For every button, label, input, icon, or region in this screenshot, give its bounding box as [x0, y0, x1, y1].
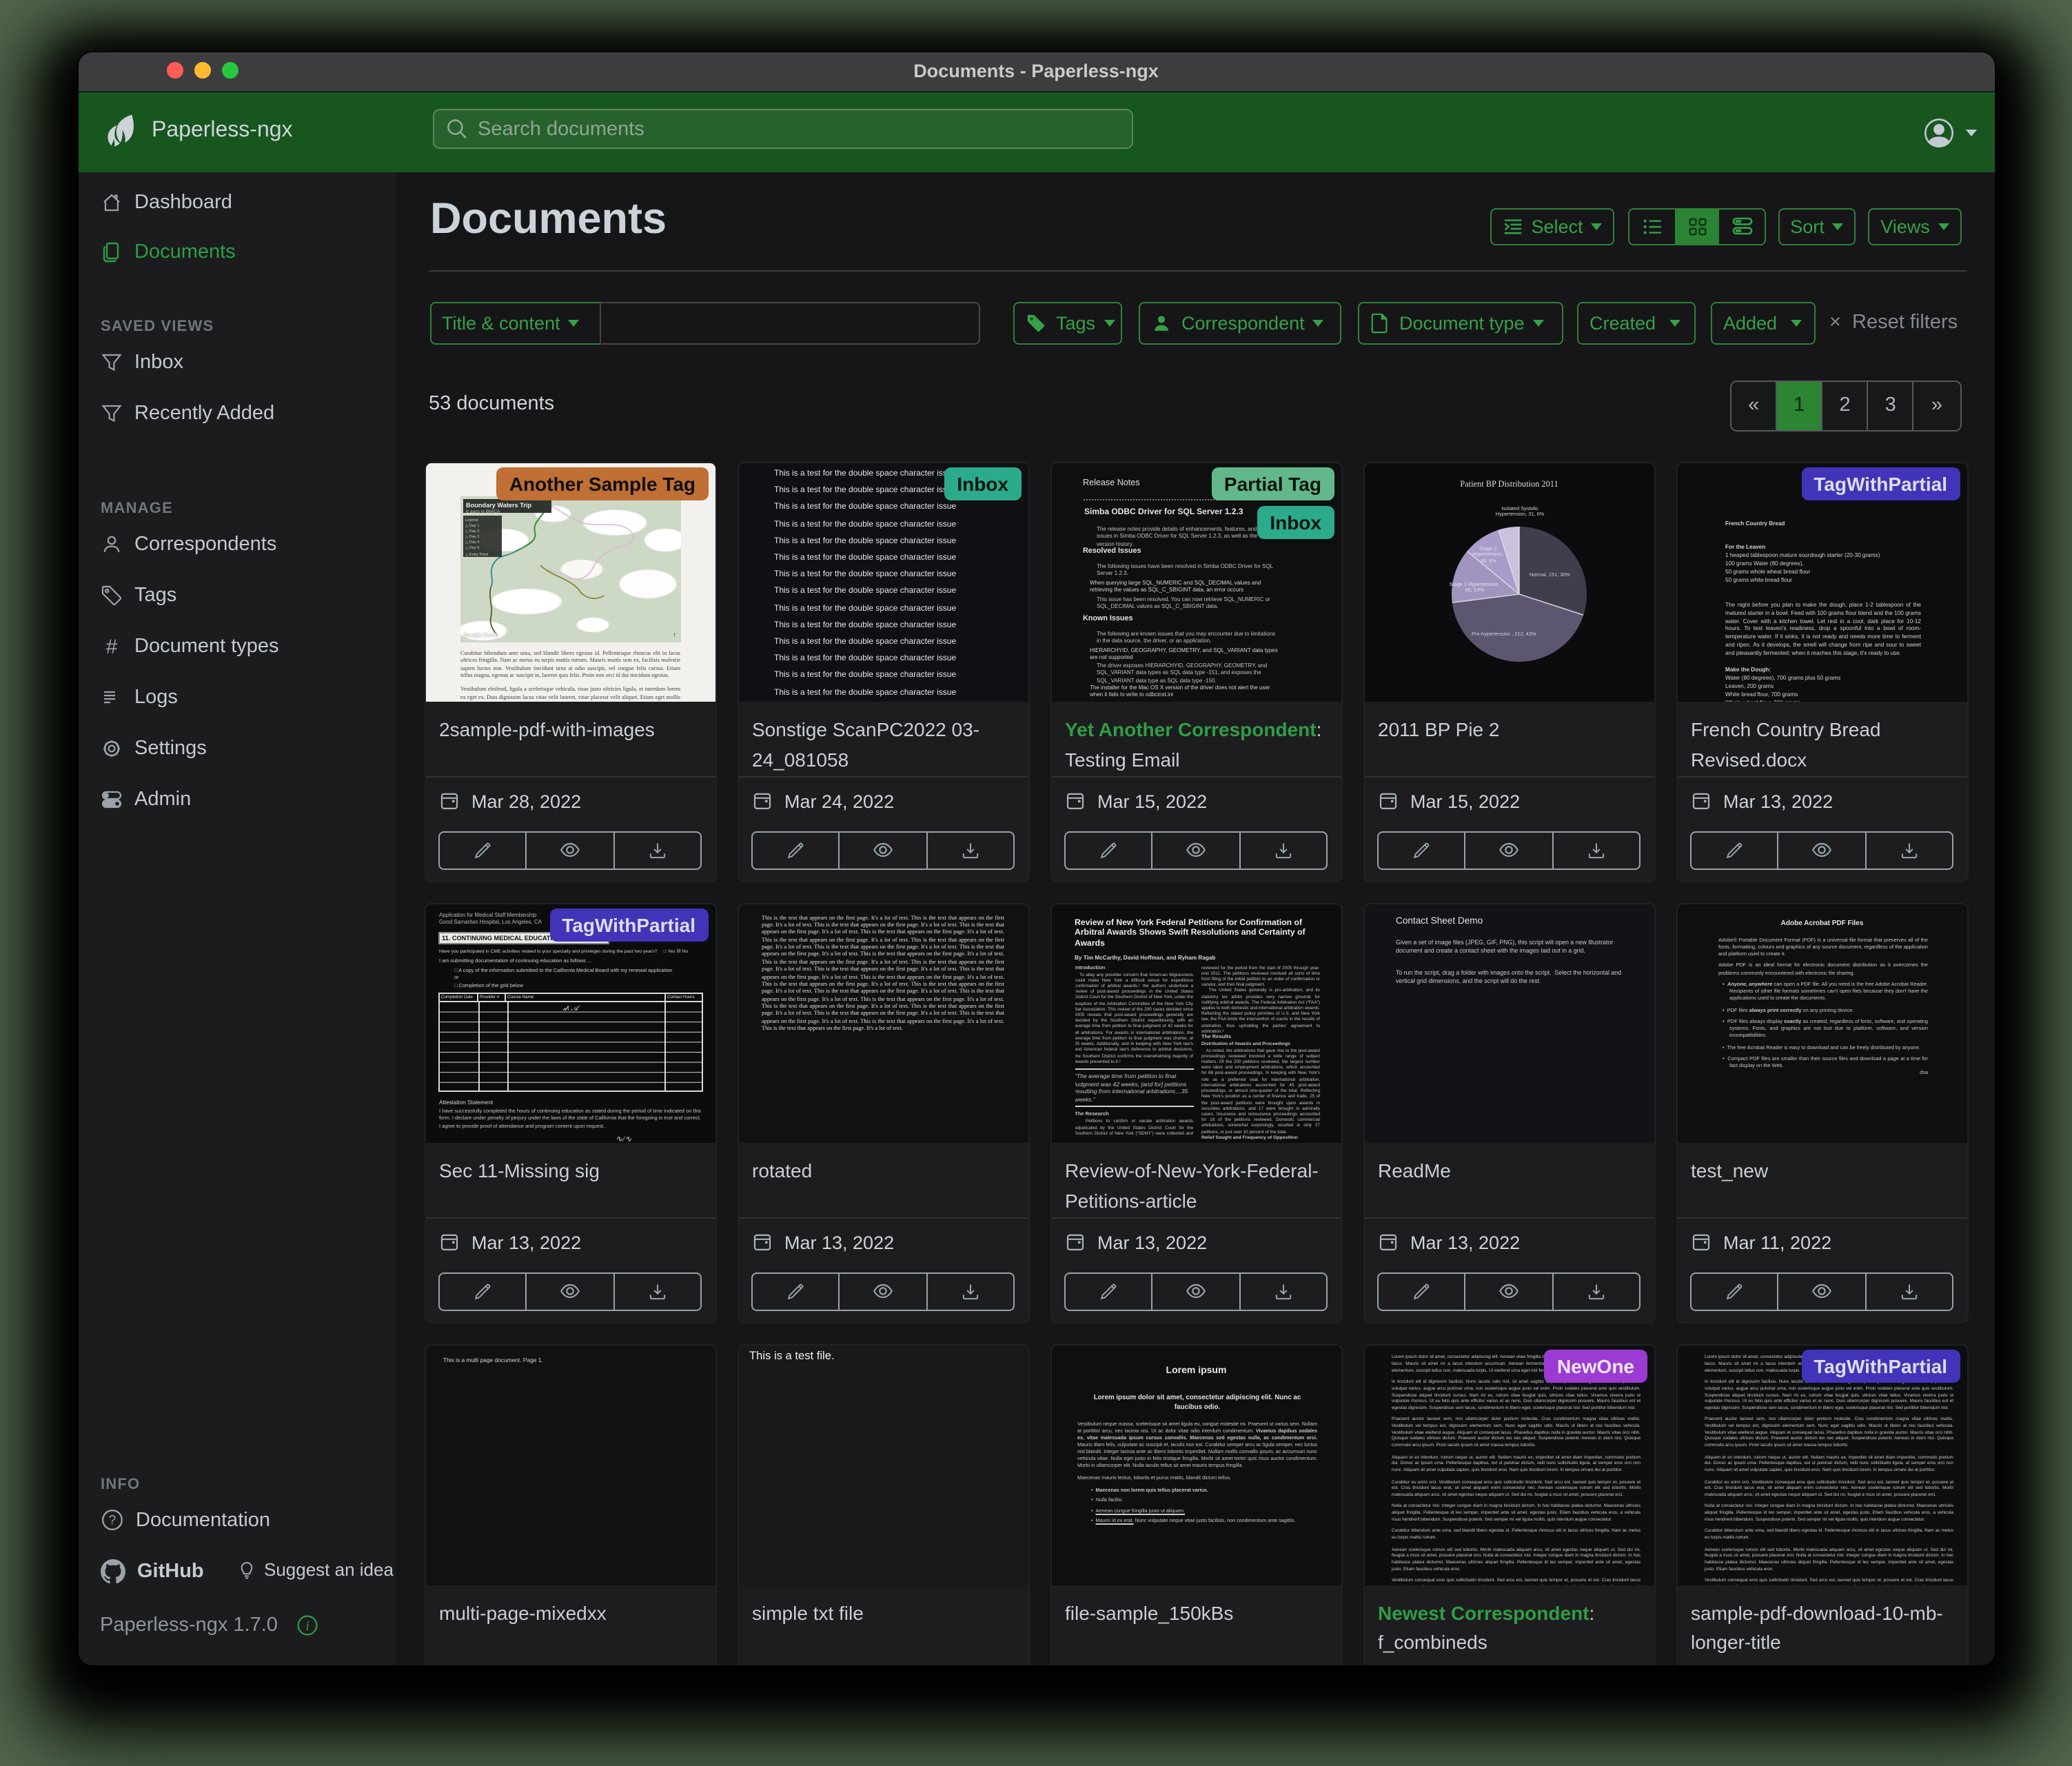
svg-text:?: ? — [108, 1513, 116, 1528]
svg-text:i: i — [306, 1618, 310, 1634]
svg-text:#: # — [105, 636, 117, 658]
